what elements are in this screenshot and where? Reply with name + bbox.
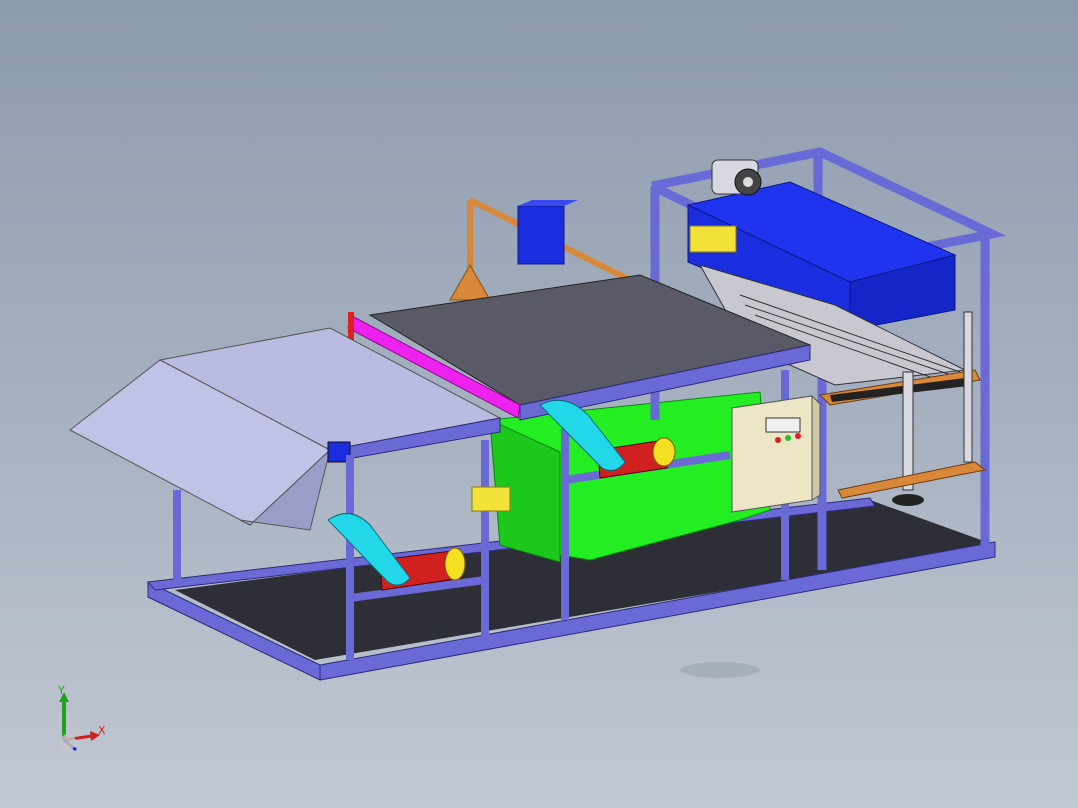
blue-hanging-box[interactable] [517, 200, 578, 265]
control-box[interactable] [730, 394, 822, 513]
x-axis-label: X [98, 724, 106, 737]
indicator-red[interactable] [775, 437, 781, 443]
machine-assembly-model[interactable] [0, 0, 1078, 808]
control-display [765, 417, 801, 433]
indicator-green[interactable] [785, 435, 791, 441]
yellow-sensor[interactable] [471, 486, 511, 512]
heater-label-plate [689, 225, 737, 253]
ground-shadow [680, 662, 760, 678]
fan-motor[interactable] [711, 159, 762, 196]
triad-origin [60, 734, 76, 750]
coordinate-triad: Y X [57, 686, 106, 752]
infeed-conveyor[interactable] [69, 327, 502, 531]
cad-viewport[interactable]: Y X [0, 0, 1078, 808]
indicator-red-2[interactable] [795, 433, 801, 439]
y-axis-label: Y [57, 686, 65, 697]
